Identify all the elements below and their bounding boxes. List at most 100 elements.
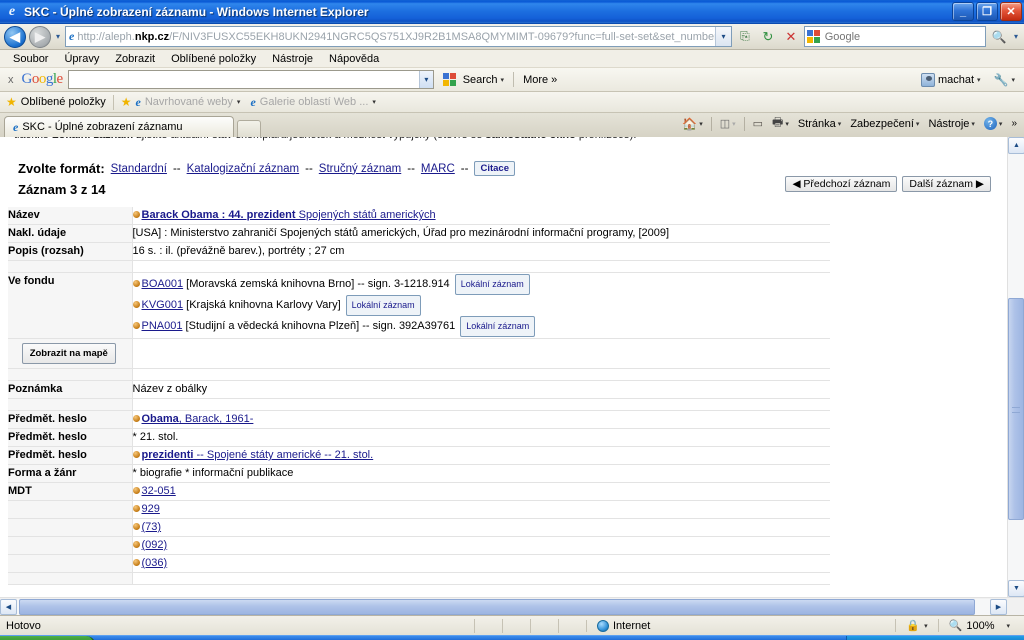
menu-item-napoveda[interactable]: Nápověda	[322, 52, 386, 66]
google-search-button[interactable]: Search ▾	[439, 72, 508, 88]
refresh-icon[interactable]: ↻	[758, 27, 778, 47]
home-button[interactable]: 🏠 ▾	[679, 116, 705, 132]
field-label-poznamka: Poznámka	[8, 380, 133, 399]
bullet-icon	[132, 522, 140, 530]
galerie-caret-icon[interactable]: ▾	[372, 98, 376, 106]
google-search-field[interactable]: ▾	[67, 70, 434, 89]
menu-item-zobrazit[interactable]: Zobrazit	[108, 52, 162, 66]
holding-row-pna001: PNA001 [Studijní a vědecká knihovna Plze…	[132, 316, 829, 337]
stop-icon[interactable]: ✕	[781, 27, 801, 47]
help-menu-button[interactable]: ? ▾	[981, 116, 1006, 131]
google-settings-button[interactable]: 🔧 ▾	[990, 72, 1019, 88]
format-link-standardni[interactable]: Standardní	[111, 163, 167, 175]
google-search-caret-icon[interactable]: ▾	[419, 71, 433, 88]
menu-item-nastroje[interactable]: Nástroje	[265, 52, 320, 66]
local-record-button[interactable]: Lokální záznam	[460, 316, 536, 337]
bullet-icon	[132, 504, 140, 512]
google-settings-caret-icon: ▾	[1011, 76, 1015, 84]
security-menu-button[interactable]: Zabezpečení ▾	[847, 117, 922, 131]
subject-link-obama[interactable]: Obama, Barack, 1961-	[142, 413, 254, 425]
navrhovane-weby-caret-icon[interactable]: ▾	[237, 98, 241, 106]
mdt-link[interactable]: (092)	[142, 539, 168, 551]
horizontal-scroll-track[interactable]	[17, 598, 990, 615]
next-record-button[interactable]: Další záznam ▶	[902, 176, 991, 192]
new-tab-button[interactable]	[237, 120, 261, 137]
favorites-item-navrhovane-weby[interactable]: Navrhované weby	[145, 96, 233, 108]
table-row-nakl-udaje: Nakl. údaje [USA] : Ministerstvo zahrani…	[8, 224, 830, 243]
citation-button[interactable]: Citace	[474, 161, 515, 176]
protected-mode-indicator[interactable]: 🔒 ▾	[895, 619, 937, 632]
mdt-link[interactable]: 929	[142, 503, 160, 515]
forward-button[interactable]: ▶	[29, 25, 51, 48]
status-cell-3	[530, 618, 558, 633]
feeds-icon[interactable]: ⎘	[735, 27, 755, 47]
spacer-label-3	[8, 398, 133, 411]
print-button[interactable]: 🖶 ▾	[769, 112, 792, 135]
scroll-up-button[interactable]: ▲	[1008, 137, 1024, 154]
subject-link-prezidenti[interactable]: prezidenti -- Spojené státy americké -- …	[142, 449, 374, 461]
local-record-button[interactable]: Lokální záznam	[454, 274, 530, 295]
google-more-button[interactable]: More »	[519, 73, 561, 87]
search-box[interactable]	[803, 26, 986, 47]
url-bar[interactable]: e http://aleph.nkp.cz/F/NIV3FUSXC55EKH8U…	[65, 26, 732, 47]
favorites-label[interactable]: Oblíbené položky	[21, 96, 106, 108]
mdt-link[interactable]: (036)	[142, 557, 168, 569]
holding-sigla-link[interactable]: KVG001	[142, 299, 184, 311]
previous-record-button[interactable]: ◀ Předchozí záznam	[785, 176, 898, 192]
command-overflow-button[interactable]: »	[1008, 117, 1020, 130]
address-bar: ◀ ▶ ▾ e http://aleph.nkp.cz/F/NIV3FUSXC5…	[0, 24, 1024, 50]
field-label-ve-fondu: Ve fondu	[8, 272, 133, 339]
horizontal-scroll-thumb[interactable]	[19, 598, 975, 615]
record-table: Název Barack Obama : 44. prezident Spoje…	[8, 207, 830, 585]
zoom-caret-icon[interactable]: ▾	[1006, 622, 1010, 630]
menu-item-oblibene-polozky[interactable]: Oblíbené položky	[164, 52, 263, 66]
vertical-scroll-thumb[interactable]	[1008, 298, 1024, 520]
favorites-item-galerie-oblasti-web[interactable]: Galerie oblastí Web ...	[260, 96, 369, 108]
search-input[interactable]	[822, 29, 983, 44]
page-menu-caret-icon: ▾	[837, 120, 842, 128]
security-zone[interactable]: Internet	[586, 619, 660, 632]
feeds-button[interactable]: ◫ ▾	[717, 116, 739, 131]
minimize-button[interactable]: _	[952, 2, 974, 21]
show-on-map-button[interactable]: Zobrazit na mapě	[21, 343, 116, 364]
zoom-control[interactable]: 🔍 100% ▾	[937, 619, 1020, 632]
table-row-predmet-heslo-3: Předmět. heslo prezidenti -- Spojené stá…	[8, 446, 830, 465]
page-menu-button[interactable]: Stránka ▾	[795, 117, 844, 131]
toolbar-close-icon[interactable]: x	[5, 74, 17, 86]
format-selector: Zvolte formát: Standardní -- Katalogizač…	[8, 161, 999, 176]
start-button[interactable]: Start	[0, 635, 96, 640]
search-provider-caret-icon[interactable]: ▾	[1012, 32, 1020, 41]
menu-item-soubor[interactable]: Soubor	[6, 52, 55, 66]
google-account-button[interactable]: machat ▾	[917, 72, 985, 88]
menu-item-upravy[interactable]: Úpravy	[57, 52, 106, 66]
holding-sigla-link[interactable]: BOA001	[142, 278, 184, 290]
field-label-predmet-heslo-3: Předmět. heslo	[8, 446, 133, 465]
recent-pages-caret-icon[interactable]: ▾	[54, 32, 62, 41]
vertical-scrollbar[interactable]: ▲ ▼	[1007, 137, 1024, 597]
url-dropdown-icon[interactable]: ▾	[714, 27, 731, 46]
scroll-right-button[interactable]: ▶	[990, 598, 1007, 615]
local-record-button[interactable]: Lokální záznam	[345, 295, 421, 316]
vertical-scroll-track[interactable]	[1008, 154, 1024, 580]
close-button[interactable]: ✕	[1000, 2, 1022, 21]
mail-button[interactable]: ▭	[750, 116, 766, 131]
format-link-katalogizacni-zaznam[interactable]: Katalogizační záznam	[187, 163, 300, 175]
mdt-link[interactable]: 32-051	[142, 485, 176, 497]
table-row-mdt-3: (73)	[8, 518, 830, 537]
google-search-input[interactable]	[68, 71, 420, 88]
title-link[interactable]: Barack Obama : 44. prezident Spojených s…	[142, 209, 436, 221]
maximize-button[interactable]: ❐	[976, 2, 998, 21]
holding-sigla-link[interactable]: PNA001	[142, 320, 183, 332]
tab-skc-record[interactable]: e SKC - Úplné zobrazení záznamu	[4, 116, 234, 137]
horizontal-scrollbar[interactable]: ◀ ▶	[0, 597, 1024, 615]
tools-menu-button[interactable]: Nástroje ▾	[925, 117, 977, 131]
search-go-icon[interactable]: 🔍	[989, 27, 1009, 47]
mdt-link[interactable]: (73)	[142, 521, 162, 533]
rss-icon: ◫	[719, 118, 731, 130]
bullet-icon	[132, 210, 140, 218]
format-link-marc[interactable]: MARC	[421, 163, 455, 175]
scroll-down-button[interactable]: ▼	[1008, 580, 1024, 597]
format-link-strucny-zaznam[interactable]: Stručný záznam	[319, 163, 401, 175]
scroll-left-button[interactable]: ◀	[0, 598, 17, 615]
back-button[interactable]: ◀	[4, 25, 26, 48]
